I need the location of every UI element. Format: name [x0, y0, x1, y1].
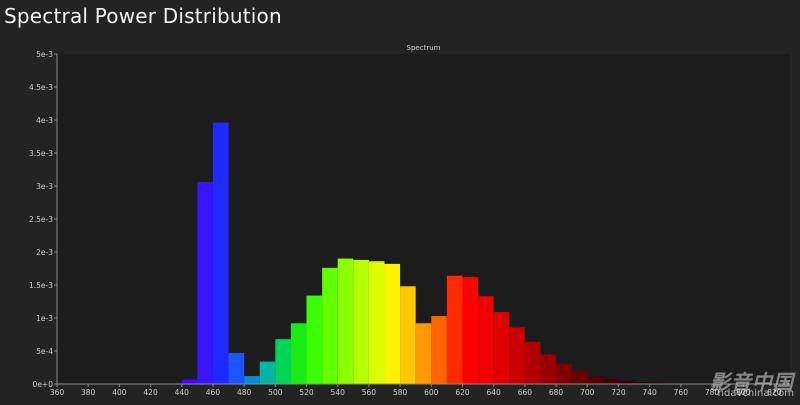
bar-550 — [353, 259, 369, 384]
bar-590 — [415, 323, 432, 384]
watermark-logo: 影音中国 — [710, 370, 794, 394]
x-tick-label: 540 — [331, 388, 346, 397]
bar-690 — [571, 370, 588, 384]
x-tick-label: 380 — [81, 388, 96, 397]
x-tick-label: 560 — [362, 388, 377, 397]
x-tick-label: 500 — [268, 388, 283, 397]
bar-610 — [446, 275, 463, 384]
bar-710 — [602, 378, 619, 384]
y-tick-label: 2.5e-3 — [29, 215, 53, 224]
bar-600 — [431, 316, 447, 384]
x-tick-label: 580 — [393, 388, 408, 397]
watermark: 影音中国 hdavchina.com — [710, 370, 794, 399]
x-tick-label: 460 — [206, 388, 221, 397]
x-tick-label: 720 — [611, 388, 626, 397]
y-tick-label: 5e-4 — [36, 347, 53, 356]
bar-620 — [462, 277, 479, 384]
x-tick-label: 360 — [50, 388, 65, 397]
bar-520 — [306, 295, 323, 384]
y-tick-label: 1.5e-3 — [29, 281, 53, 290]
bar-490 — [259, 361, 276, 384]
bar-670 — [540, 354, 557, 384]
bar-450 — [197, 182, 213, 384]
chart-title: Spectrum — [407, 44, 441, 52]
bar-700 — [587, 376, 603, 384]
bar-530 — [322, 267, 338, 384]
x-tick-label: 520 — [299, 388, 314, 397]
bar-580 — [400, 286, 416, 384]
bar-470 — [228, 352, 245, 384]
bar-630 — [478, 296, 494, 384]
x-tick-label: 660 — [518, 388, 533, 397]
bar-650 — [509, 327, 525, 384]
x-tick-label: 680 — [549, 388, 564, 397]
x-ticks-group: 360 380 400 420 440 460 480 500 520 540 560 580 600 6… — [50, 384, 782, 397]
x-tick-label: 420 — [143, 388, 158, 397]
bar-640 — [493, 312, 510, 384]
x-tick-label: 700 — [580, 388, 595, 397]
x-tick-label: 620 — [455, 388, 470, 397]
y-tick-label: 1e-3 — [36, 314, 53, 323]
y-tick-label: 4e-3 — [36, 116, 53, 125]
y-ticks-group: 0e+05e-41e-31.5e-32e-32.5e-33e-33.5e-34e… — [29, 50, 57, 389]
y-tick-label: 3e-3 — [36, 182, 53, 191]
x-tick-label: 640 — [487, 388, 502, 397]
bar-440 — [181, 379, 198, 384]
bar-480 — [244, 376, 260, 384]
y-tick-label: 5e-3 — [36, 50, 53, 59]
spectrum-chart-svg: Spectrum 0e+05e-41e-31.5e-32e-32.5e-33e-… — [29, 44, 790, 397]
bar-560 — [368, 261, 385, 384]
bar-540 — [337, 258, 354, 384]
y-tick-label: 2e-3 — [36, 248, 53, 257]
x-tick-label: 740 — [642, 388, 657, 397]
x-tick-label: 480 — [237, 388, 252, 397]
x-tick-label: 760 — [674, 388, 689, 397]
x-tick-label: 440 — [175, 388, 190, 397]
y-tick-label: 3.5e-3 — [29, 149, 53, 158]
bar-460 — [212, 122, 229, 384]
bar-500 — [275, 339, 291, 384]
bar-660 — [524, 341, 541, 384]
bar-570 — [384, 263, 401, 384]
x-tick-label: 600 — [424, 388, 439, 397]
y-tick-label: 4.5e-3 — [29, 83, 53, 92]
watermark-url: hdavchina.com — [717, 388, 794, 399]
x-tick-label: 400 — [112, 388, 127, 397]
spectrum-chart: Spectrum 0e+0 5e-4 1e-3 1.5e-3 2e-3 2.5e-3 3e-… — [0, 0, 800, 401]
bar-510 — [290, 323, 307, 384]
bar-680 — [556, 363, 572, 384]
